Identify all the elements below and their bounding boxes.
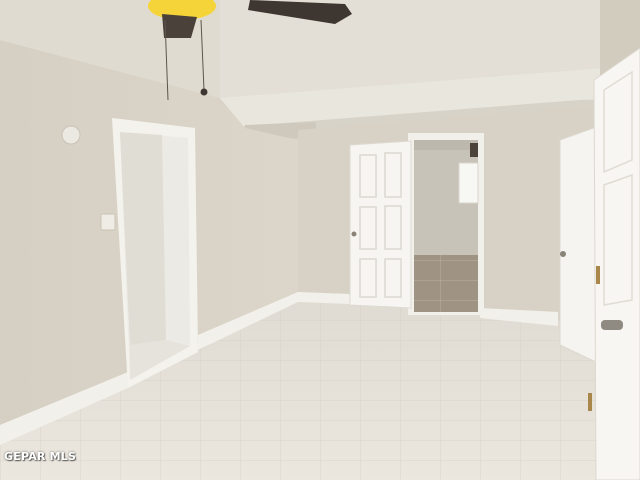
next-room-window	[458, 162, 479, 204]
next-room-floor-tiles	[414, 255, 478, 312]
back-baseboard	[298, 292, 350, 304]
light-switch	[100, 213, 116, 231]
right-closet-door-knob	[560, 251, 566, 257]
center-door	[349, 140, 412, 309]
center-door-knob	[351, 231, 357, 237]
near-right-door-hinge-2	[588, 393, 592, 411]
fan-blade-left	[162, 14, 197, 38]
near-right-door	[593, 47, 640, 480]
room-illustration	[0, 0, 640, 480]
fan-pull-chain-end	[200, 88, 208, 96]
near-right-door-handle	[601, 320, 623, 330]
near-right-door-hinge	[596, 266, 600, 284]
mls-watermark: GEPAR MLS	[4, 450, 77, 463]
ceiling-fan-beyond	[470, 143, 478, 157]
room-photo: GEPAR MLS	[0, 0, 640, 480]
wall-thermostat	[61, 125, 81, 145]
